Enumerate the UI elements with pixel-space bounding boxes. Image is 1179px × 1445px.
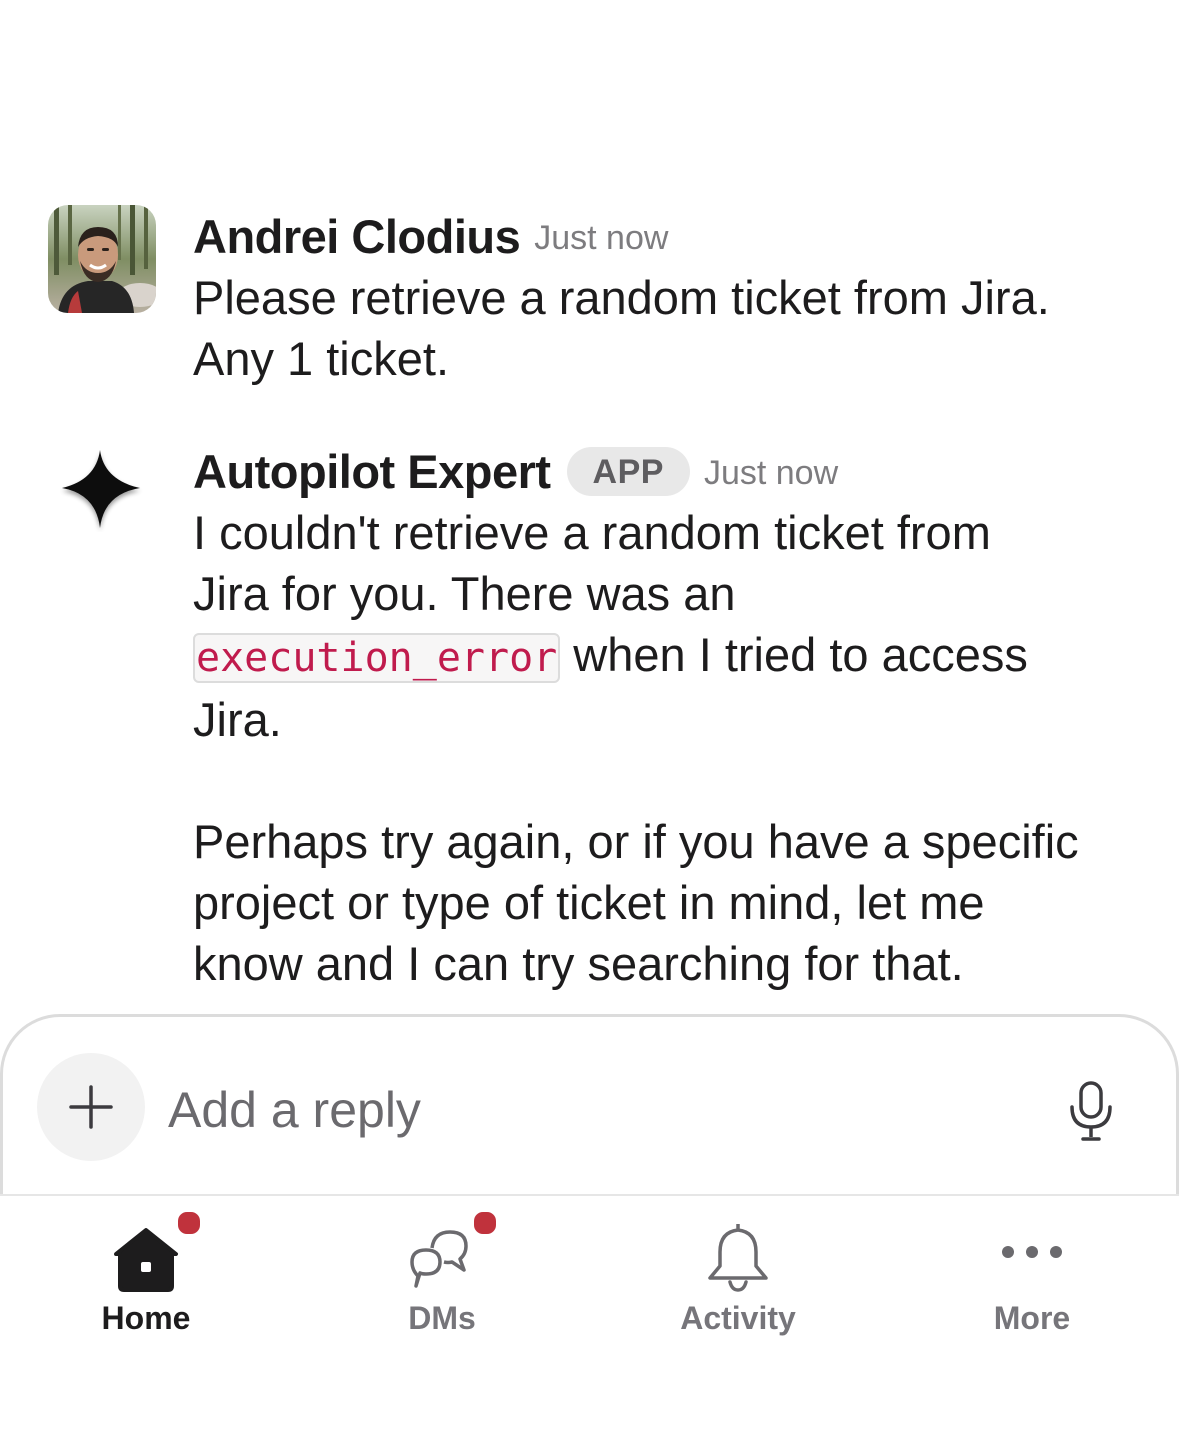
- sender-name[interactable]: Andrei Clodius: [193, 209, 521, 264]
- thread-screen: Andrei Clodius Just now Please retrieve …: [0, 0, 1179, 1445]
- message-body: Andrei Clodius Just now Please retrieve …: [193, 205, 1143, 389]
- message-timestamp[interactable]: Just now: [704, 450, 838, 493]
- tab-home[interactable]: Home: [36, 1196, 256, 1356]
- tab-more[interactable]: More: [922, 1196, 1142, 1356]
- notification-dot: [472, 1210, 498, 1236]
- tab-activity[interactable]: Activity: [628, 1196, 848, 1356]
- message-text: Perhaps try again, or if you have a spec…: [193, 811, 1143, 994]
- app-badge: APP: [566, 446, 690, 496]
- user-photo-avatar: [48, 205, 156, 313]
- message-body: Autopilot Expert APP Just now I couldn't…: [193, 440, 1143, 994]
- tab-dms[interactable]: DMs: [332, 1196, 552, 1356]
- bell-icon: [708, 1224, 768, 1292]
- message-line: when I tried to access: [560, 628, 1028, 681]
- microphone-button[interactable]: [1061, 1079, 1121, 1143]
- inline-code: execution_error: [193, 633, 561, 683]
- add-attachment-button[interactable]: [37, 1053, 145, 1161]
- bot-avatar[interactable]: [60, 448, 144, 532]
- message-line: project or type of ticket in mind, let m…: [193, 876, 985, 929]
- plus-icon: [69, 1085, 113, 1129]
- message-line: I couldn't retrieve a random ticket from: [193, 506, 991, 559]
- message-line: Any 1 ticket.: [193, 332, 449, 385]
- user-avatar[interactable]: [48, 205, 156, 313]
- tab-label: Activity: [680, 1300, 796, 1336]
- tab-label: DMs: [408, 1300, 476, 1336]
- home-icon: [114, 1228, 178, 1292]
- message-header: Andrei Clodius Just now: [193, 205, 1143, 267]
- tab-label: Home: [101, 1300, 191, 1336]
- reply-composer: [0, 1014, 1179, 1194]
- sparkle-icon: [62, 450, 140, 528]
- microphone-icon: [1070, 1081, 1112, 1141]
- sender-name[interactable]: Autopilot Expert: [193, 444, 551, 499]
- message-line: Please retrieve a random ticket from Jir…: [193, 271, 1050, 324]
- tab-label: More: [993, 1300, 1071, 1336]
- message-text: I couldn't retrieve a random ticket from…: [193, 502, 1143, 750]
- message-line: Jira for you. There was an: [193, 567, 736, 620]
- message-line: know and I can try searching for that.: [193, 937, 964, 990]
- notification-dot: [176, 1210, 202, 1236]
- reply-input[interactable]: [168, 1075, 988, 1145]
- message-header: Autopilot Expert APP Just now: [193, 440, 1143, 502]
- message-text: Please retrieve a random ticket from Jir…: [193, 267, 1143, 389]
- message-timestamp[interactable]: Just now: [534, 215, 668, 258]
- dms-icon: [410, 1230, 468, 1288]
- more-icon: [1002, 1246, 1062, 1258]
- bottom-tab-bar: Home DMs Activity More: [0, 1194, 1179, 1445]
- message-line: Jira.: [193, 693, 282, 746]
- message-line: Perhaps try again, or if you have a spec…: [193, 815, 1079, 868]
